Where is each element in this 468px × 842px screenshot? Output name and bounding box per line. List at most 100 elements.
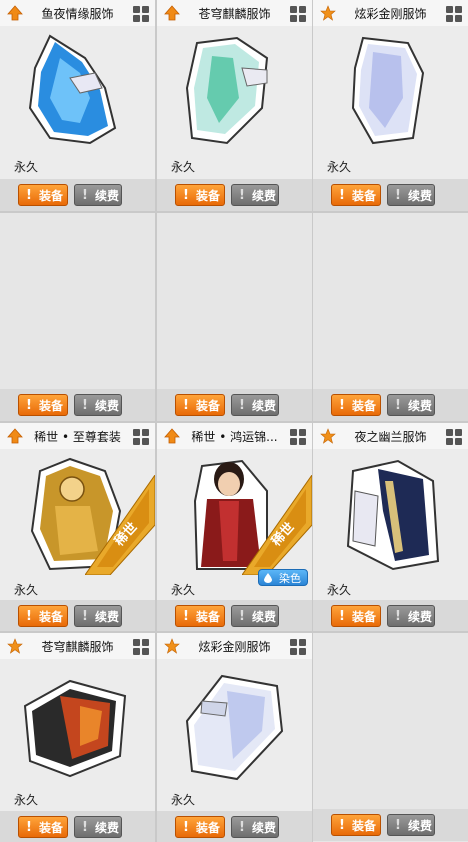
exclamation-icon: ! <box>339 818 345 833</box>
button-row: ! 装备 ! 续费 <box>313 389 468 421</box>
exclamation-icon: ! <box>183 609 189 624</box>
renew-button[interactable]: ! 续费 <box>231 394 279 416</box>
card-title: 稀世 • 鸿运锦... <box>191 430 278 444</box>
empty-slot[interactable]: ! 装备 ! 续费 <box>313 633 468 842</box>
grid-view-icon[interactable] <box>446 6 462 22</box>
renew-button[interactable]: ! 续费 <box>387 184 435 206</box>
equip-button[interactable]: ! 装备 <box>175 816 225 838</box>
button-row: ! 装备 ! 续费 <box>157 179 312 211</box>
card-title: 稀世 • 至尊套装 <box>34 430 121 444</box>
star-icon[interactable] <box>164 638 180 654</box>
empty-slot[interactable]: ! 装备 ! 续费 <box>313 213 468 421</box>
grid-view-icon[interactable] <box>133 639 149 655</box>
outfit-card[interactable]: 炫彩金刚服饰 永久 ! 装备 ! 续费 <box>313 0 468 211</box>
exclamation-icon: ! <box>339 188 345 203</box>
grid-view-icon[interactable] <box>290 6 306 22</box>
button-row: ! 装备 ! 续费 <box>313 179 468 211</box>
exclamation-icon: ! <box>26 609 32 624</box>
star-icon[interactable] <box>7 638 23 654</box>
up-arrow-icon[interactable] <box>164 5 180 21</box>
card-title: 苍穹麒麟服饰 <box>198 7 271 21</box>
exclamation-icon: ! <box>239 188 245 203</box>
outfit-card[interactable]: 苍穹麒麟服饰 永久 ! 装备 ! 续费 <box>157 0 312 211</box>
exclamation-icon: ! <box>26 188 32 203</box>
card-header: 苍穹麒麟服饰 <box>157 0 312 26</box>
up-arrow-icon[interactable] <box>7 428 23 444</box>
exclamation-icon: ! <box>395 398 401 413</box>
equip-button[interactable]: ! 装备 <box>175 605 225 627</box>
outfit-card[interactable]: 夜之幽兰服饰 永久 ! 装备 ! 续费 <box>313 423 468 631</box>
grid-view-icon[interactable] <box>446 429 462 445</box>
outfit-card[interactable]: 炫彩金刚服饰 永久 ! 装备 ! 续费 <box>157 633 312 842</box>
equip-button[interactable]: ! 装备 <box>18 184 68 206</box>
duration-label: 永久 <box>14 583 39 597</box>
star-icon[interactable] <box>320 5 336 21</box>
duration-label: 永久 <box>327 160 352 174</box>
grid-view-icon[interactable] <box>290 639 306 655</box>
up-arrow-icon[interactable] <box>164 428 180 444</box>
renew-button[interactable]: ! 续费 <box>387 394 435 416</box>
equip-button[interactable]: ! 装备 <box>175 394 225 416</box>
outfit-image-navy-coat <box>346 459 440 571</box>
empty-slot[interactable]: ! 装备 ! 续费 <box>0 213 155 421</box>
button-row: ! 装备 ! 续费 <box>0 179 155 211</box>
renew-button[interactable]: ! 续费 <box>231 816 279 838</box>
grid-view-icon[interactable] <box>133 6 149 22</box>
exclamation-icon: ! <box>395 609 401 624</box>
equip-button[interactable]: ! 装备 <box>331 394 381 416</box>
up-arrow-icon[interactable] <box>7 5 23 21</box>
outfit-card[interactable]: 苍穹麒麟服饰 永久 ! 装备 ! 续费 <box>0 633 155 842</box>
outfit-card[interactable]: 稀世 • 鸿运锦... 稀世 染色 永久 ! 装备 ! 续费 <box>157 423 312 631</box>
renew-button[interactable]: ! 续费 <box>231 605 279 627</box>
exclamation-icon: ! <box>183 398 189 413</box>
grid-view-icon[interactable] <box>290 429 306 445</box>
button-row: ! 装备 ! 续费 <box>157 389 312 421</box>
outfit-grid: 鱼夜情缘服饰 永久 ! 装备 ! 续费 苍穹麒麟服饰 永久 ! 装备 ! 续费 … <box>0 0 468 842</box>
button-row: ! 装备 ! 续费 <box>0 811 155 842</box>
star-icon[interactable] <box>320 428 336 444</box>
outfit-image-white-armor <box>185 674 284 781</box>
exclamation-icon: ! <box>395 818 401 833</box>
empty-slot[interactable]: ! 装备 ! 续费 <box>157 213 312 421</box>
rare-badge: 稀世 <box>85 475 155 575</box>
renew-button[interactable]: ! 续费 <box>74 394 122 416</box>
renew-button[interactable]: ! 续费 <box>74 816 122 838</box>
duration-label: 永久 <box>14 793 39 807</box>
dye-button[interactable]: 染色 <box>258 569 308 586</box>
exclamation-icon: ! <box>82 398 88 413</box>
exclamation-icon: ! <box>339 609 345 624</box>
exclamation-icon: ! <box>239 609 245 624</box>
card-header: 鱼夜情缘服饰 <box>0 0 155 26</box>
equip-button[interactable]: ! 装备 <box>175 184 225 206</box>
equip-button[interactable]: ! 装备 <box>331 184 381 206</box>
exclamation-icon: ! <box>26 820 32 835</box>
card-title: 鱼夜情缘服饰 <box>41 7 114 21</box>
button-row: ! 装备 ! 续费 <box>313 600 468 631</box>
card-header: 炫彩金刚服饰 <box>313 0 468 26</box>
duration-label: 永久 <box>327 583 352 597</box>
equip-button[interactable]: ! 装备 <box>18 816 68 838</box>
equip-button[interactable]: ! 装备 <box>331 605 381 627</box>
equip-button[interactable]: ! 装备 <box>18 605 68 627</box>
card-title: 苍穹麒麟服饰 <box>41 640 114 654</box>
card-header: 苍穹麒麟服饰 <box>0 633 155 659</box>
equip-button[interactable]: ! 装备 <box>18 394 68 416</box>
exclamation-icon: ! <box>183 188 189 203</box>
outfit-image-white-gown <box>351 36 425 145</box>
exclamation-icon: ! <box>239 398 245 413</box>
outfit-card[interactable]: 稀世 • 至尊套装 稀世 永久 ! 装备 ! 续费 <box>0 423 155 631</box>
exclamation-icon: ! <box>395 188 401 203</box>
duration-label: 永久 <box>171 583 196 597</box>
grid-view-icon[interactable] <box>133 429 149 445</box>
outfit-card[interactable]: 鱼夜情缘服饰 永久 ! 装备 ! 续费 <box>0 0 155 211</box>
equip-button[interactable]: ! 装备 <box>331 814 381 836</box>
renew-button[interactable]: ! 续费 <box>74 605 122 627</box>
renew-button[interactable]: ! 续费 <box>387 814 435 836</box>
renew-button[interactable]: ! 续费 <box>387 605 435 627</box>
card-header: 夜之幽兰服饰 <box>313 423 468 449</box>
card-header: 稀世 • 至尊套装 <box>0 423 155 449</box>
button-row: ! 装备 ! 续费 <box>313 809 468 841</box>
renew-button[interactable]: ! 续费 <box>74 184 122 206</box>
exclamation-icon: ! <box>339 398 345 413</box>
renew-button[interactable]: ! 续费 <box>231 184 279 206</box>
